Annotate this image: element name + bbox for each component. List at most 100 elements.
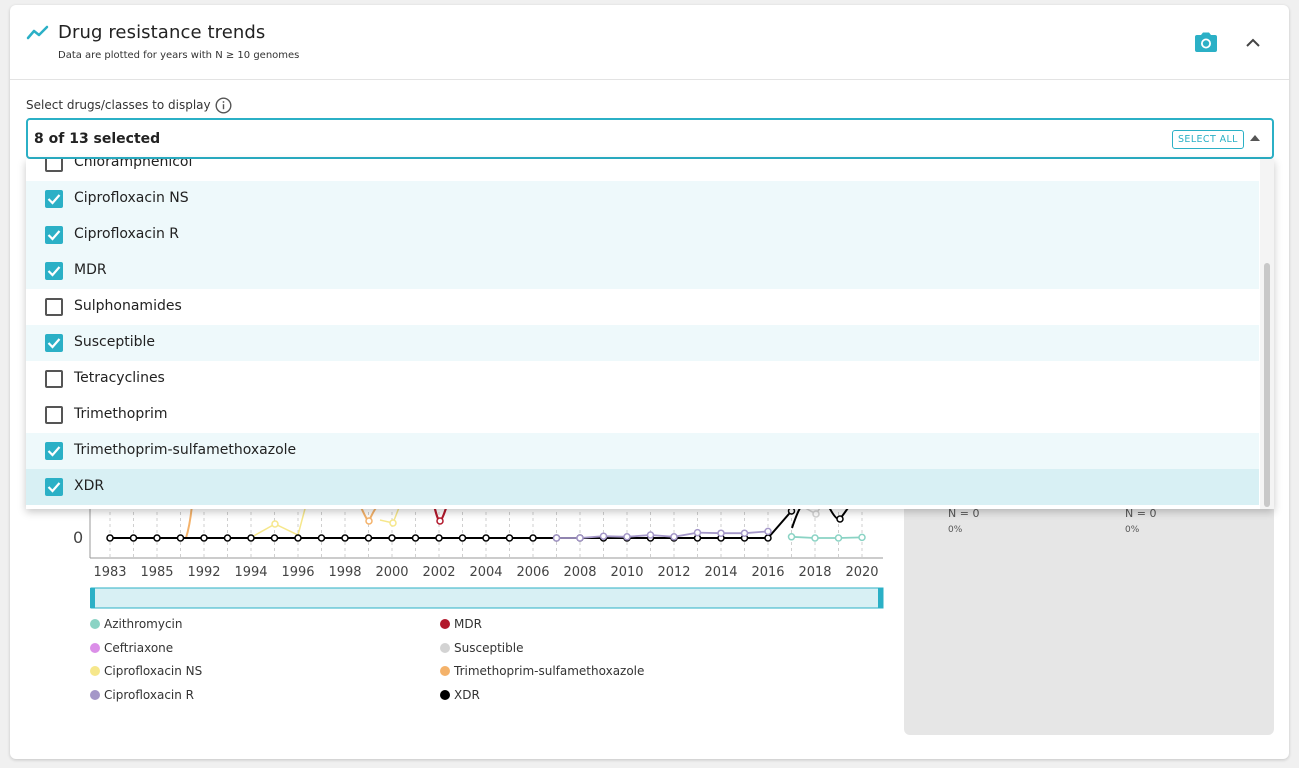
- data-point[interactable]: [505, 534, 514, 542]
- data-point[interactable]: [764, 527, 772, 536]
- data-point[interactable]: [552, 534, 561, 542]
- x-tick-label: 2012: [657, 565, 690, 580]
- legend-dot-icon: [440, 642, 450, 653]
- dropdown-option-label: MDR: [74, 262, 107, 278]
- dropdown-option-label: Tetracyclines: [74, 370, 165, 386]
- checkbox-unchecked-icon[interactable]: [45, 298, 63, 316]
- legend-item[interactable]: MDR: [440, 617, 482, 631]
- legend-label: Ceftriaxone: [104, 640, 174, 655]
- data-point[interactable]: [834, 534, 843, 542]
- legend-label: Susceptible: [454, 640, 524, 655]
- legend-item[interactable]: Ciprofloxacin NS: [90, 664, 202, 678]
- legend-dot-icon: [90, 666, 100, 676]
- checkbox-checked-icon[interactable]: [45, 478, 63, 496]
- data-point[interactable]: [364, 534, 373, 542]
- data-point[interactable]: [811, 534, 819, 542]
- data-point[interactable]: [294, 534, 302, 542]
- legend-item[interactable]: Azithromycin: [90, 617, 183, 631]
- dropdown-option[interactable]: Trimethoprim-sulfamethoxazole: [26, 433, 1259, 469]
- data-point[interactable]: [247, 534, 255, 542]
- data-point[interactable]: [646, 531, 655, 539]
- legend-label: Azithromycin: [104, 617, 183, 631]
- data-point[interactable]: [529, 534, 537, 542]
- series-fragment-ciprofloxacin-ns: [249, 504, 307, 539]
- data-point[interactable]: [623, 533, 631, 541]
- checkbox-checked-icon[interactable]: [45, 442, 63, 460]
- legend-item[interactable]: Ciprofloxacin R: [90, 688, 194, 702]
- data-point[interactable]: [106, 534, 114, 542]
- checkbox-checked-icon[interactable]: [45, 262, 63, 280]
- data-point[interactable]: [458, 534, 467, 542]
- dropdown-option[interactable]: Ciprofloxacin NS: [26, 181, 1259, 217]
- legend-label: Ciprofloxacin R: [104, 687, 195, 702]
- data-point[interactable]: [764, 534, 772, 542]
- data-point[interactable]: [200, 534, 208, 542]
- data-point[interactable]: [153, 534, 161, 542]
- legend-dot-icon: [90, 619, 100, 629]
- xdr-peak-point: [836, 515, 844, 523]
- legend-item[interactable]: Ceftriaxone: [90, 641, 173, 655]
- x-tick-label: 1994: [234, 565, 267, 580]
- legend-item[interactable]: Trimethoprim-sulfamethoxazole: [440, 664, 644, 678]
- dropdown-option[interactable]: XDR: [26, 469, 1259, 505]
- data-point[interactable]: [693, 528, 702, 537]
- data-point[interactable]: [435, 534, 443, 542]
- brush-handle-right[interactable]: [878, 588, 883, 608]
- data-point[interactable]: [317, 534, 326, 542]
- data-point[interactable]: [129, 534, 138, 542]
- data-point[interactable]: [341, 534, 349, 542]
- dropdown-option[interactable]: Ciprofloxacin R: [26, 217, 1259, 253]
- susceptible-point: [812, 510, 820, 518]
- legend-dot-icon: [440, 666, 450, 676]
- dropdown-option[interactable]: MDR: [26, 253, 1259, 289]
- dropdown-scrollbar-thumb[interactable]: [1264, 263, 1270, 507]
- dropdown-option[interactable]: Sulphonamides: [26, 289, 1259, 325]
- brush-handle-left[interactable]: [90, 588, 95, 608]
- data-point[interactable]: [176, 534, 185, 542]
- dropdown-option-label: Trimethoprim: [74, 406, 168, 422]
- data-point[interactable]: [576, 534, 584, 542]
- x-tick-label: 2008: [563, 565, 596, 580]
- checkbox-unchecked-icon[interactable]: [45, 370, 63, 388]
- range-brush[interactable]: [90, 587, 884, 609]
- dropdown-option[interactable]: Trimethoprim: [26, 397, 1259, 433]
- x-tick-label: 2020: [845, 565, 878, 580]
- checkbox-unchecked-icon[interactable]: [45, 406, 63, 424]
- x-tick-label: 2000: [375, 565, 408, 580]
- checkbox-unchecked-icon[interactable]: [45, 159, 63, 172]
- data-point[interactable]: [740, 529, 749, 537]
- legend-dot-icon: [90, 689, 100, 700]
- data-point[interactable]: [858, 533, 866, 542]
- x-tick-label: 2016: [751, 565, 784, 580]
- data-point[interactable]: [411, 534, 420, 542]
- checkbox-checked-icon[interactable]: [45, 226, 63, 244]
- drug-dropdown-list[interactable]: Chloramphenicol Ciprofloxacin NS Ciproflox…: [26, 159, 1274, 509]
- x-tick-label: 2006: [516, 565, 549, 580]
- checkbox-checked-icon[interactable]: [45, 190, 63, 208]
- legend-item[interactable]: XDR: [440, 688, 480, 702]
- data-point[interactable]: [388, 534, 396, 542]
- dropdown-option[interactable]: Tetracyclines: [26, 361, 1259, 397]
- legend-dot-icon: [440, 619, 450, 629]
- ciprofloxacin-ns-point: [271, 520, 279, 528]
- drug-resistance-card: Drug resistance trends Data are plotted …: [10, 5, 1289, 759]
- data-point[interactable]: [270, 534, 279, 542]
- dropdown-option[interactable]: Chloramphenicol: [26, 159, 1259, 181]
- checkbox-checked-icon[interactable]: [45, 334, 63, 352]
- data-point[interactable]: [599, 532, 608, 540]
- data-point[interactable]: [787, 533, 796, 541]
- legend-label: MDR: [454, 617, 482, 631]
- dropdown-option-label: Chloramphenicol: [74, 159, 193, 170]
- dropdown-option-label: Ciprofloxacin R: [74, 226, 180, 242]
- x-tick-label: 1998: [328, 565, 361, 580]
- legend-item[interactable]: Susceptible: [440, 641, 523, 655]
- panel-percent-right: 0%: [1125, 525, 1140, 535]
- data-point[interactable]: [717, 529, 725, 537]
- comparison-panel: N = 0 0% N = 0 0%: [904, 495, 1274, 735]
- data-point[interactable]: [482, 534, 490, 542]
- data-point[interactable]: [223, 534, 232, 542]
- dropdown-option-label: Ciprofloxacin NS: [74, 190, 189, 206]
- dropdown-option-label: XDR: [74, 478, 105, 494]
- data-point[interactable]: [670, 533, 678, 541]
- dropdown-option[interactable]: Susceptible: [26, 325, 1259, 361]
